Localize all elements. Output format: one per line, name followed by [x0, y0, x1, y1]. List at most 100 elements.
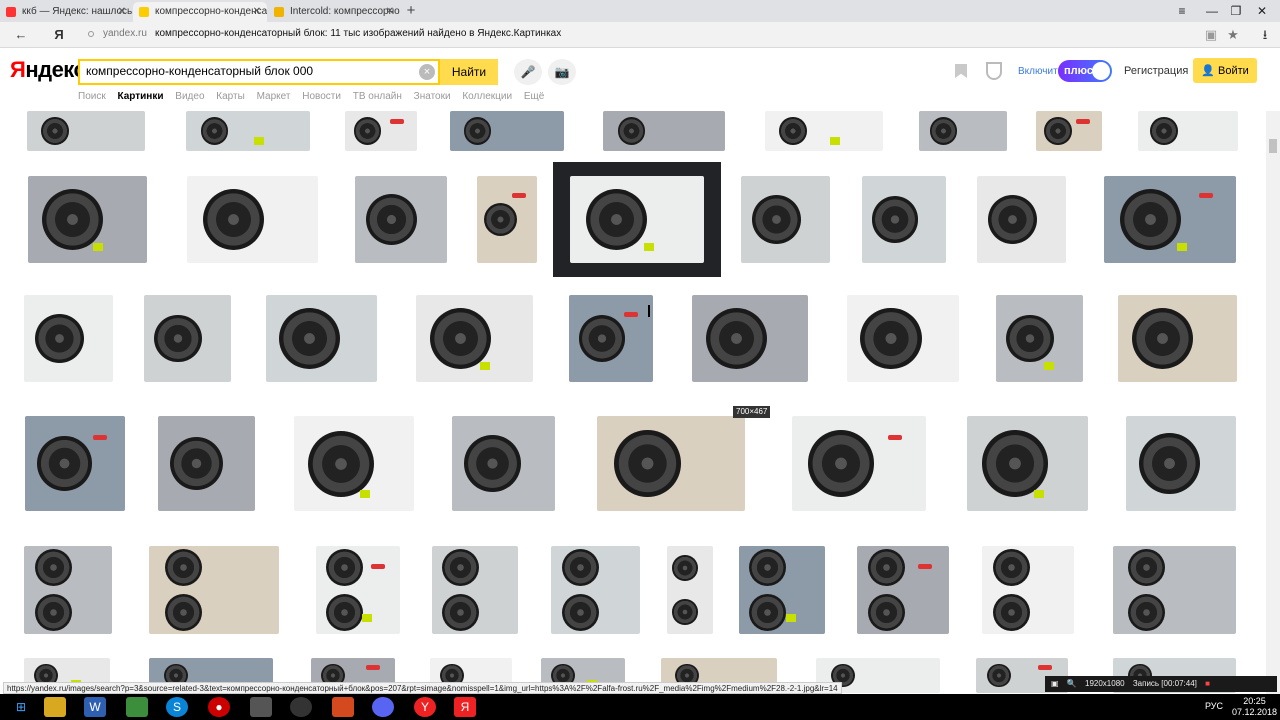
steam-like-icon[interactable]	[290, 697, 312, 717]
browser-menu-icon[interactable]: ≡	[1172, 2, 1192, 20]
game-app-icon[interactable]	[250, 697, 272, 717]
service-link-maps[interactable]: Карты	[216, 91, 245, 102]
image-thumbnail[interactable]	[401, 281, 548, 396]
service-link-market[interactable]: Маркет	[257, 91, 291, 102]
image-thumbnail[interactable]	[540, 532, 651, 648]
image-thumbnail[interactable]	[851, 162, 957, 277]
bookmark-icon[interactable]	[955, 64, 967, 78]
service-link-search[interactable]: Поиск	[78, 91, 106, 102]
yandex-logo[interactable]: Яндекс	[10, 57, 86, 83]
close-window-button[interactable]: ✕	[1252, 2, 1272, 20]
recorder-stop-icon[interactable]: ■	[1205, 679, 1210, 688]
service-link-znatoki[interactable]: Знатоки	[414, 91, 451, 102]
image-thumbnail[interactable]	[775, 401, 943, 526]
image-thumbnail[interactable]	[13, 162, 162, 277]
tab-search-kkb[interactable]: ккб — Яндекс: нашлось 51... ✕	[0, 2, 132, 22]
image-thumbnail[interactable]	[966, 162, 1077, 277]
yandex-browser-icon[interactable]: Y	[414, 697, 436, 717]
connection-icon[interactable]	[88, 31, 94, 37]
service-link-tv[interactable]: ТВ онлайн	[353, 91, 402, 102]
image-thumbnail[interactable]	[1098, 532, 1251, 648]
image-thumbnail[interactable]	[170, 111, 326, 157]
service-link-news[interactable]: Новости	[302, 91, 341, 102]
tab-intercold[interactable]: Intercold: компрессорно-к... ✕	[268, 2, 400, 22]
recorder-zoom-icon[interactable]: 🔍	[1067, 679, 1077, 688]
image-thumbnail[interactable]	[133, 532, 295, 648]
paint-app-icon[interactable]	[332, 697, 354, 717]
reader-mode-icon[interactable]: ▣	[1202, 26, 1220, 44]
image-thumbnail[interactable]	[343, 162, 459, 277]
image-thumbnail[interactable]	[439, 401, 568, 526]
image-thumbnail[interactable]	[1103, 281, 1252, 396]
url-page-title[interactable]: компрессорно-конденсаторный блок: 11 тыс…	[155, 28, 561, 39]
close-tab-icon[interactable]: ✕	[118, 2, 126, 22]
tab-images-active[interactable]: компрессорно-конденса... ✕	[133, 2, 267, 22]
scroll-thumb[interactable]	[1269, 139, 1277, 153]
image-thumbnail[interactable]	[436, 111, 578, 157]
image-thumbnail[interactable]	[588, 111, 740, 157]
yandex-app-icon[interactable]: Я	[454, 697, 476, 717]
image-thumbnail[interactable]	[730, 162, 841, 277]
url-host[interactable]: yandex.ru	[103, 28, 147, 39]
image-thumbnail[interactable]	[952, 401, 1103, 526]
search-input[interactable]	[86, 64, 416, 78]
shield-icon[interactable]	[986, 62, 1002, 80]
image-thumbnail[interactable]	[578, 401, 764, 526]
image-thumbnail[interactable]	[661, 532, 719, 648]
image-thumbnail[interactable]	[336, 111, 426, 157]
voice-search-icon[interactable]: 🎤	[514, 59, 542, 85]
register-link[interactable]: Регистрация	[1124, 65, 1188, 77]
bookmark-star-icon[interactable]: ★	[1224, 26, 1242, 44]
image-thumbnail[interactable]	[252, 281, 391, 396]
network-app-icon[interactable]	[126, 697, 148, 717]
image-thumbnail[interactable]	[133, 281, 242, 396]
service-link-video[interactable]: Видео	[175, 91, 204, 102]
image-thumbnail[interactable]	[908, 111, 1018, 157]
keyboard-language[interactable]: РУС	[1205, 701, 1223, 711]
plus-enable-link[interactable]: Включить	[1018, 66, 1063, 77]
image-thumbnail[interactable]	[13, 281, 124, 396]
image-thumbnail[interactable]	[750, 111, 898, 157]
image-thumbnail[interactable]	[13, 401, 137, 526]
maximize-button[interactable]: ❐	[1226, 2, 1246, 20]
image-thumbnail[interactable]	[469, 162, 545, 277]
service-link-more[interactable]: Ещё	[524, 91, 544, 102]
image-thumbnail[interactable]	[728, 532, 836, 648]
close-tab-icon[interactable]: ✕	[386, 2, 394, 22]
image-thumbnail[interactable]	[1126, 111, 1250, 157]
discord-icon[interactable]	[372, 697, 394, 717]
image-thumbnail[interactable]	[970, 532, 1086, 648]
page-scrollbar[interactable]	[1266, 111, 1280, 694]
new-tab-button[interactable]: +	[403, 2, 419, 20]
recorder-window-icon[interactable]: ▣	[1051, 679, 1059, 688]
image-search-camera-icon[interactable]: 📷	[548, 59, 576, 85]
recorder-app-icon[interactable]: ●	[208, 697, 230, 717]
back-arrow-icon[interactable]: ←	[12, 26, 30, 44]
close-tab-icon[interactable]: ✕	[253, 2, 261, 22]
image-thumbnail[interactable]	[558, 281, 664, 396]
image-thumbnail[interactable]	[13, 532, 123, 648]
file-explorer-icon[interactable]	[44, 697, 66, 717]
image-thumbnail[interactable]	[553, 162, 721, 277]
image-thumbnail[interactable]	[421, 532, 529, 648]
service-link-collections[interactable]: Коллекции	[462, 91, 512, 102]
image-thumbnail[interactable]	[677, 281, 823, 396]
image-thumbnail[interactable]	[985, 281, 1094, 396]
image-thumbnail[interactable]	[1028, 111, 1110, 157]
word-icon[interactable]: W	[84, 697, 106, 717]
image-thumbnail[interactable]	[1112, 401, 1250, 526]
clear-search-icon[interactable]: ×	[419, 64, 435, 80]
image-thumbnail[interactable]	[279, 401, 429, 526]
windows-start-icon[interactable]: ⊞	[10, 697, 32, 717]
plus-toggle[interactable]: плюс	[1058, 60, 1112, 82]
image-thumbnail[interactable]	[833, 281, 973, 396]
minimize-button[interactable]: —	[1202, 2, 1222, 20]
image-thumbnail[interactable]	[1087, 162, 1253, 277]
image-thumbnail[interactable]	[305, 532, 411, 648]
image-thumbnail[interactable]	[146, 401, 267, 526]
system-clock[interactable]: 20:25 07.12.2018	[1232, 696, 1277, 718]
skype-icon[interactable]: S	[166, 697, 188, 717]
downloads-icon[interactable]: ⭳	[1256, 26, 1274, 44]
image-thumbnail[interactable]	[171, 162, 334, 277]
yandex-icon[interactable]: Я	[50, 26, 68, 44]
